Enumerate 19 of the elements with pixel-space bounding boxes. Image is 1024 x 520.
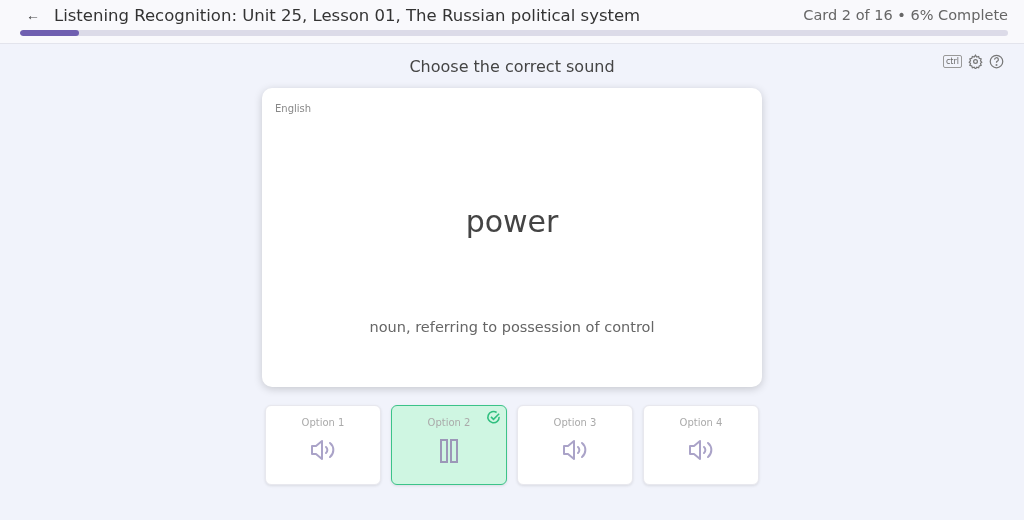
instruction-text: Choose the correct sound xyxy=(409,57,615,76)
card-word: power xyxy=(465,204,559,239)
sound-option[interactable]: Option 3 xyxy=(517,405,633,485)
speaker-icon xyxy=(309,438,337,462)
progress-status: Card 2 of 16 • 6% Complete xyxy=(803,7,1008,23)
language-label: English xyxy=(275,103,312,114)
settings-icon[interactable] xyxy=(968,54,983,69)
keyboard-shortcut-button[interactable]: ctrl xyxy=(942,55,962,68)
back-button[interactable]: ← xyxy=(20,7,46,23)
speaker-icon xyxy=(687,438,715,462)
check-circle-icon xyxy=(486,410,501,425)
card-definition: noun, referring to possession of control xyxy=(369,319,655,335)
lesson-title: Listening Recognition: Unit 25, Lesson 01, The Russian political system xyxy=(54,5,641,25)
sound-option[interactable]: Option 4 xyxy=(643,405,759,485)
pause-icon xyxy=(439,438,459,464)
sound-option[interactable]: Option 2 xyxy=(391,405,507,485)
sound-option[interactable]: Option 1 xyxy=(265,405,381,485)
speaker-icon xyxy=(561,438,589,462)
help-icon[interactable] xyxy=(989,54,1004,69)
